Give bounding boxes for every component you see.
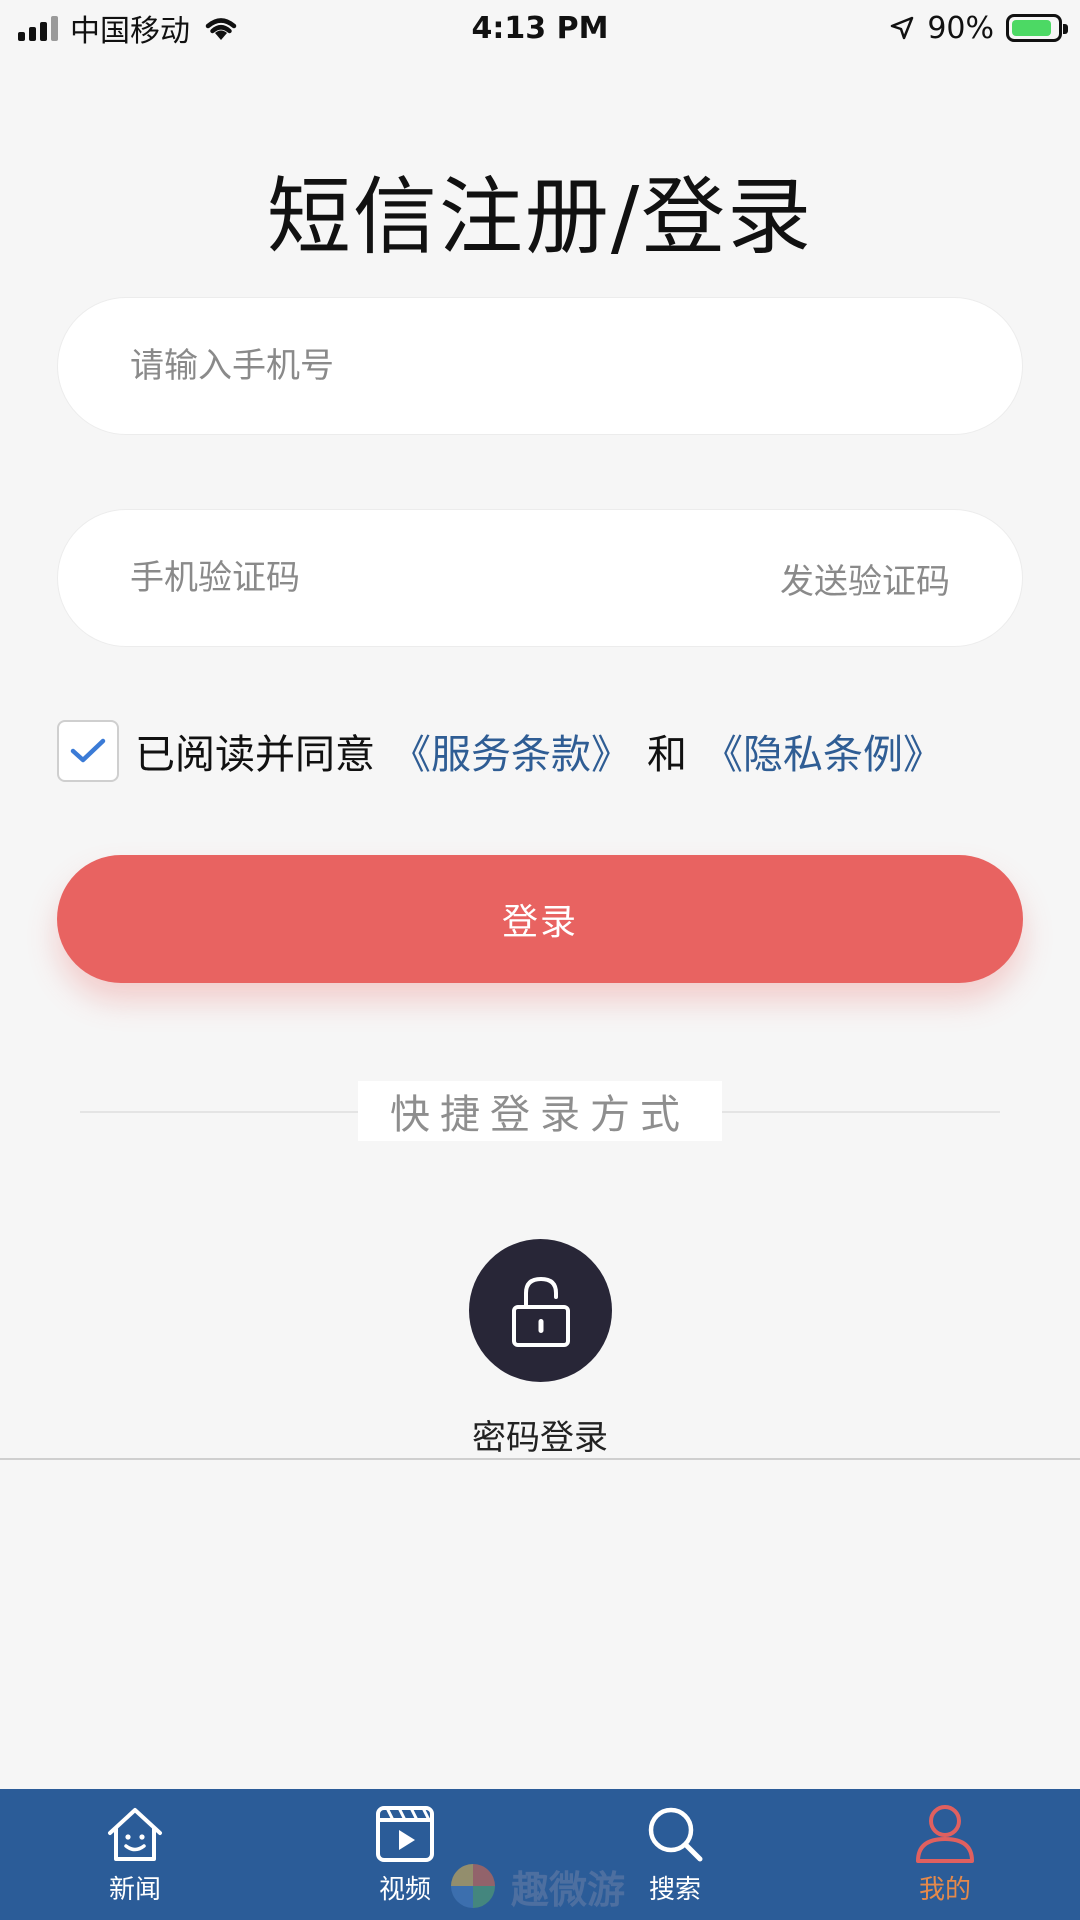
agreement-checkbox[interactable] <box>57 720 119 782</box>
status-bar-left: 中国移动 <box>18 6 240 50</box>
code-field[interactable]: 发送验证码 <box>57 509 1023 647</box>
tab-search-label: 搜索 <box>648 1875 701 1905</box>
battery-percent: 90% <box>927 10 994 46</box>
tab-me-label: 我的 <box>918 1875 971 1905</box>
terms-link[interactable]: 《服务条款》 <box>391 722 631 780</box>
carrier-name: 中国移动 <box>70 14 190 49</box>
quick-login-label: 快捷登录方式 <box>358 1081 722 1141</box>
unlock-icon <box>511 1276 570 1347</box>
checkmark-icon <box>70 738 106 763</box>
battery-fill <box>1012 20 1051 36</box>
agreement-prefix: 已阅读并同意 <box>135 732 375 778</box>
tab-news[interactable]: 新闻 <box>0 1789 270 1920</box>
password-login-label: 密码登录 <box>472 1418 608 1458</box>
tab-search[interactable]: 搜索 <box>540 1789 810 1920</box>
tab-video[interactable]: 视频 <box>270 1789 540 1920</box>
wifi-icon <box>205 18 237 40</box>
tab-me[interactable]: 我的 <box>810 1789 1080 1920</box>
status-bar: 中国移动 4:13 PM 90% <box>0 0 1080 56</box>
tab-bar: 新闻 视频 搜索 我的 <box>0 1789 1080 1920</box>
signal-strength-icon <box>18 15 58 41</box>
verification-code-input[interactable] <box>130 558 780 598</box>
send-code-button[interactable]: 发送验证码 <box>780 554 950 603</box>
agreement-joiner: 和 <box>647 732 687 778</box>
tab-news-label: 新闻 <box>108 1875 161 1905</box>
section-divider <box>0 1458 1080 1460</box>
login-button[interactable]: 登录 <box>57 855 1023 983</box>
house-icon <box>108 1808 162 1861</box>
status-bar-right: 90% <box>889 10 1068 46</box>
tab-video-label: 视频 <box>378 1875 431 1905</box>
search-icon <box>648 1807 703 1862</box>
phone-field[interactable] <box>57 297 1023 435</box>
password-login-button[interactable] <box>469 1239 612 1382</box>
location-arrow-icon <box>891 16 914 40</box>
page-title: 短信注册/登录 <box>266 168 814 266</box>
user-icon <box>916 1805 974 1863</box>
agreement-row: 已阅读并同意 《服务条款》 和 《隐私条例》 <box>57 720 943 782</box>
video-icon <box>376 1806 434 1862</box>
privacy-link[interactable]: 《隐私条例》 <box>703 722 943 780</box>
phone-input[interactable] <box>130 346 950 386</box>
battery-icon <box>1006 14 1068 42</box>
